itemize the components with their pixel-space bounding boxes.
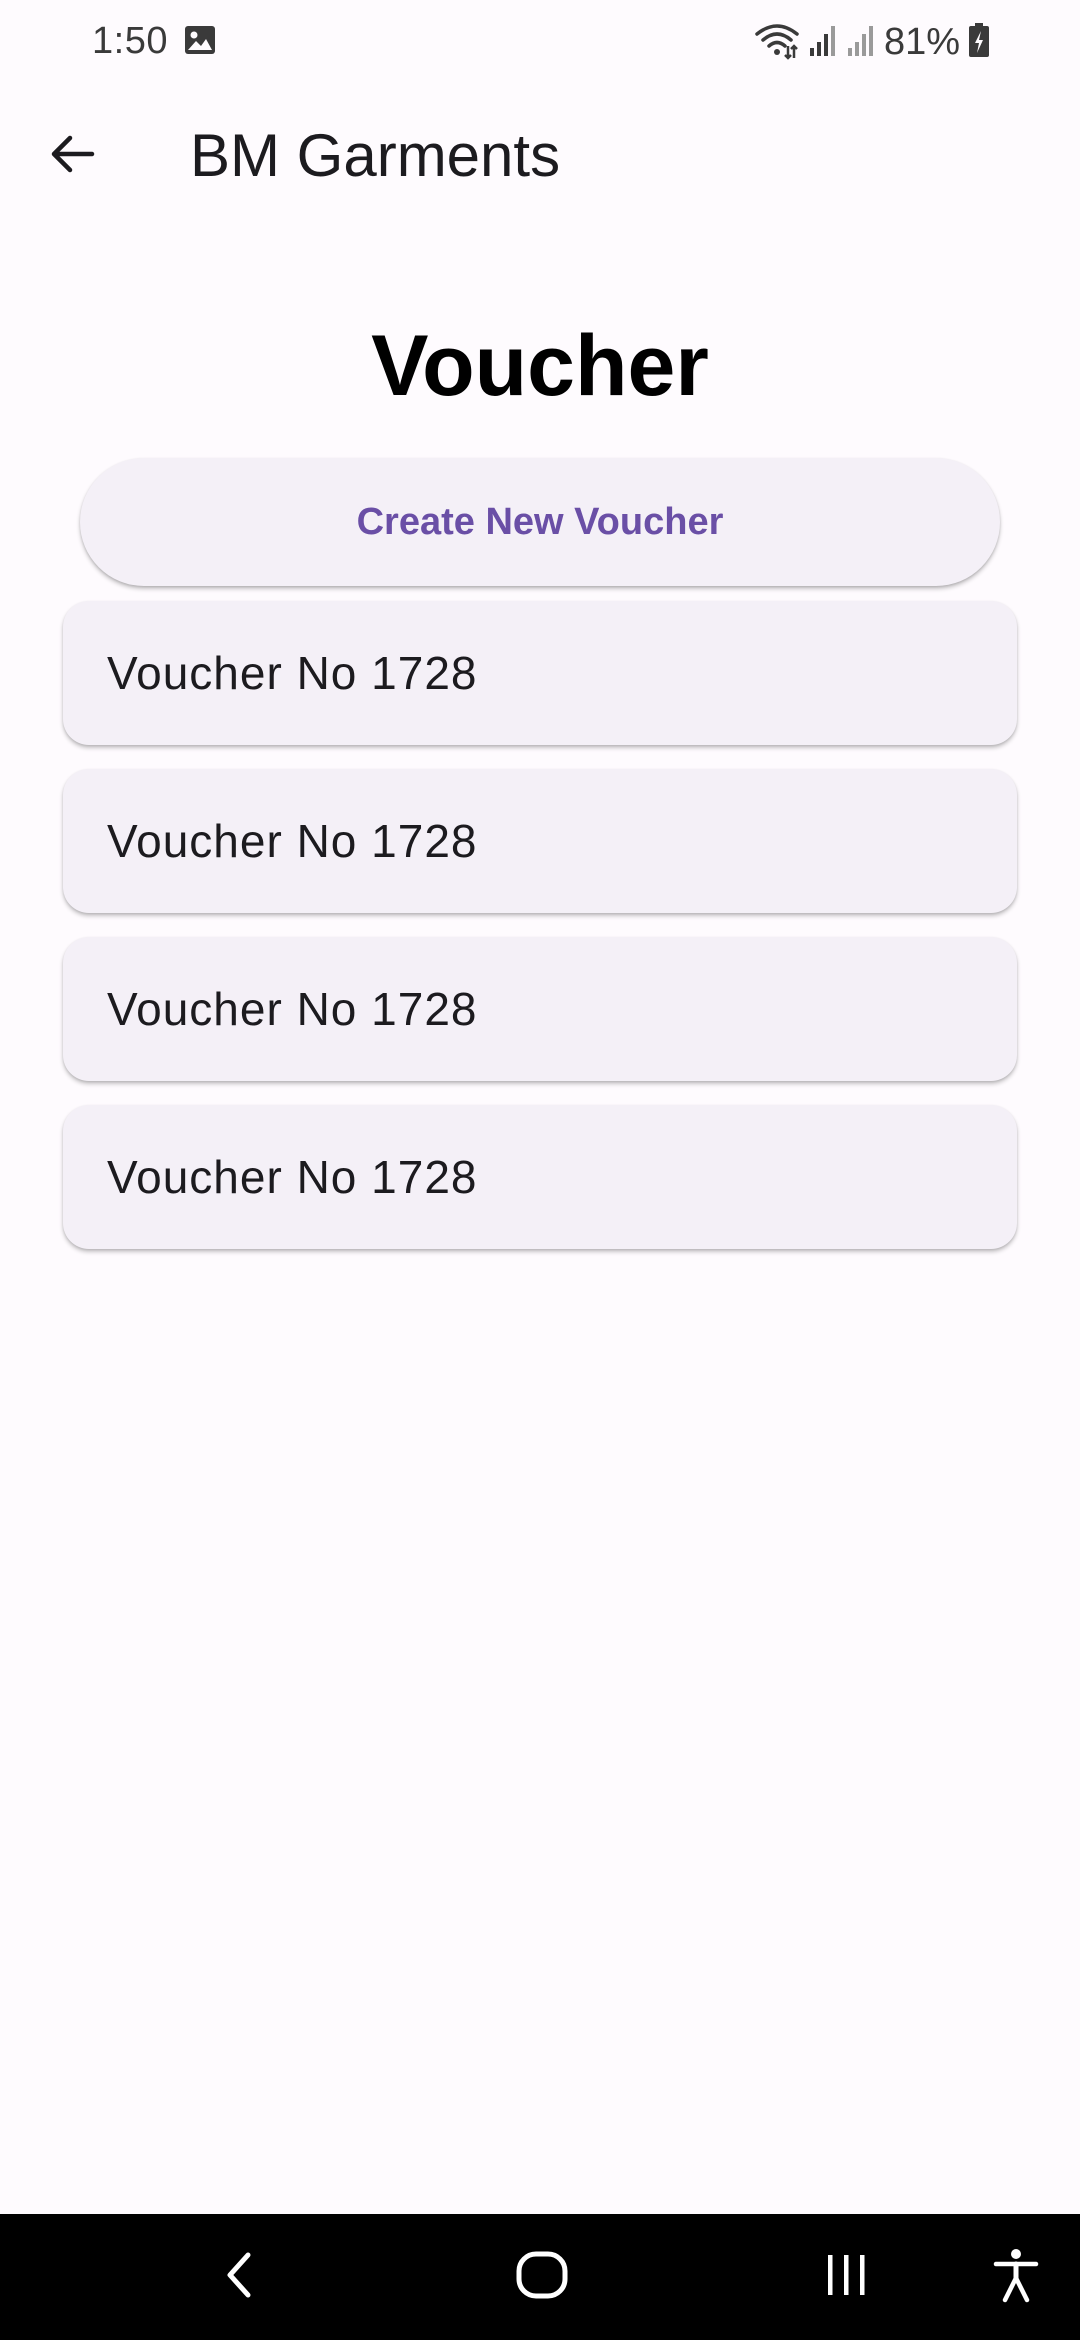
status-bar: 1:50 81% [0, 0, 1080, 84]
status-time: 1:50 [92, 20, 168, 62]
navigation-bar [0, 2214, 1080, 2340]
nav-back-button[interactable] [200, 2242, 280, 2312]
voucher-list: Voucher No 1728 Voucher No 1728 Voucher … [63, 601, 1017, 1273]
app-title: BM Garments [190, 122, 561, 189]
voucher-list-item[interactable]: Voucher No 1728 [63, 1105, 1017, 1249]
page-title: Voucher [371, 318, 709, 414]
signal-icon [846, 22, 876, 63]
nav-back-icon [220, 2249, 260, 2306]
battery-percent: 81% [883, 20, 960, 63]
voucher-list-item[interactable]: Voucher No 1728 [63, 601, 1017, 745]
voucher-list-item[interactable]: Voucher No 1728 [63, 769, 1017, 913]
signal-icon [808, 22, 838, 63]
back-button[interactable] [30, 114, 114, 198]
accessibility-icon [992, 2247, 1040, 2308]
app-bar: BM Garments [0, 100, 1080, 212]
nav-home-icon [514, 2247, 570, 2308]
wifi-icon [754, 20, 800, 65]
nav-recents-icon [821, 2250, 871, 2305]
voucher-list-item[interactable]: Voucher No 1728 [63, 937, 1017, 1081]
nav-home-button[interactable] [502, 2242, 582, 2312]
accessibility-button[interactable] [976, 2242, 1056, 2312]
arrow-back-icon [48, 130, 96, 183]
image-icon [184, 25, 216, 55]
battery-charging-icon [968, 22, 990, 63]
nav-recents-button[interactable] [806, 2242, 886, 2312]
status-icons: 81% [754, 20, 990, 64]
create-new-voucher-button[interactable]: Create New Voucher [80, 458, 1000, 586]
